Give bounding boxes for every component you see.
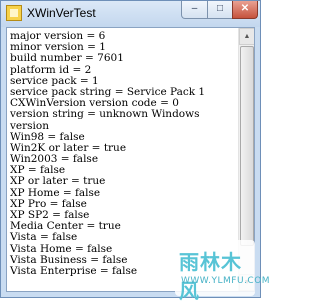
output-line: build number = 7601	[10, 52, 124, 65]
output-line: version	[10, 119, 49, 132]
site-watermark: 雨林木风 WWW.YLMFU.COM	[175, 240, 270, 303]
title-bar[interactable]: XWinVerTest – □ ✕	[1, 1, 260, 27]
maximize-button[interactable]: □	[207, 1, 233, 19]
scroll-thumb[interactable]	[240, 46, 254, 246]
output-line: version string = unknown Windows	[10, 108, 200, 121]
app-icon[interactable]	[6, 5, 22, 21]
watermark-url: WWW.YLMFU.COM	[181, 276, 271, 286]
watermark-logo-text: 雨林木风	[179, 250, 242, 303]
minimize-button[interactable]: –	[181, 1, 208, 19]
scroll-up-arrow[interactable]: ▲	[239, 28, 254, 45]
output-line: XP or later = true	[10, 175, 106, 188]
close-button[interactable]: ✕	[232, 1, 258, 19]
window-title: XWinVerTest	[27, 6, 96, 20]
